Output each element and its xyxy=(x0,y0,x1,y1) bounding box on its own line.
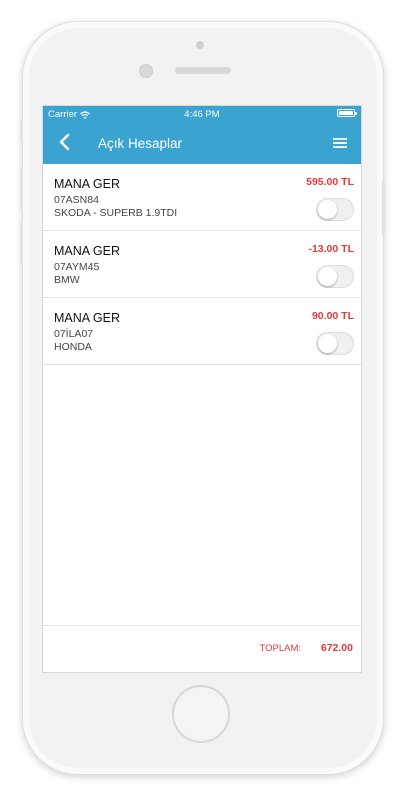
status-time: 4:46 PM xyxy=(184,109,220,120)
toggle-knob xyxy=(318,334,337,353)
app-screen: Carrier 4:46 PM Açık Hesaplar MANA GER 0… xyxy=(42,105,362,673)
balance-amount: -13.00 TL xyxy=(308,243,354,255)
plate-number: 07İLA07 xyxy=(54,328,94,340)
front-camera xyxy=(139,64,153,78)
customer-name: MANA GER xyxy=(54,311,120,325)
plate-number: 07AYM45 xyxy=(54,261,100,273)
total-value: 672.00 xyxy=(320,642,353,654)
vehicle-model: HONDA xyxy=(54,341,92,353)
select-toggle[interactable] xyxy=(316,332,354,355)
balance-amount: 595.00 TL xyxy=(306,176,354,188)
volume-up-button xyxy=(20,168,23,210)
home-button[interactable] xyxy=(172,685,230,743)
toggle-knob xyxy=(318,267,337,286)
status-bar: Carrier 4:46 PM xyxy=(43,106,361,122)
vehicle-model: BMW xyxy=(54,274,80,286)
select-toggle[interactable] xyxy=(316,198,354,221)
navigation-bar: Carrier 4:46 PM Açık Hesaplar xyxy=(43,106,361,164)
account-row[interactable]: MANA GER 07ASN84 SKODA - SUPERB 1.9TDI 5… xyxy=(43,164,361,231)
mute-switch xyxy=(20,120,23,142)
earpiece-speaker xyxy=(175,67,231,74)
battery-icon xyxy=(337,109,357,117)
hamburger-menu-icon[interactable] xyxy=(333,137,347,149)
balance-amount: 90.00 TL xyxy=(311,310,354,322)
back-chevron-icon[interactable] xyxy=(57,133,73,151)
sensor-dot xyxy=(196,41,204,49)
total-footer: TOPLAM: 672.00 xyxy=(43,625,361,672)
total-label: TOPLAM: xyxy=(259,643,301,654)
plate-number: 07ASN84 xyxy=(54,194,99,206)
account-row[interactable]: MANA GER 07AYM45 BMW -13.00 TL xyxy=(43,231,361,298)
select-toggle[interactable] xyxy=(316,265,354,288)
volume-down-button xyxy=(20,222,23,264)
page-title: Açık Hesaplar xyxy=(98,136,183,151)
account-list: MANA GER 07ASN84 SKODA - SUPERB 1.9TDI 5… xyxy=(43,164,361,365)
customer-name: MANA GER xyxy=(54,244,120,258)
vehicle-model: SKODA - SUPERB 1.9TDI xyxy=(54,207,178,219)
power-button xyxy=(382,180,385,236)
customer-name: MANA GER xyxy=(54,177,120,191)
account-row[interactable]: MANA GER 07İLA07 HONDA 90.00 TL xyxy=(43,298,361,365)
toggle-knob xyxy=(318,200,337,219)
